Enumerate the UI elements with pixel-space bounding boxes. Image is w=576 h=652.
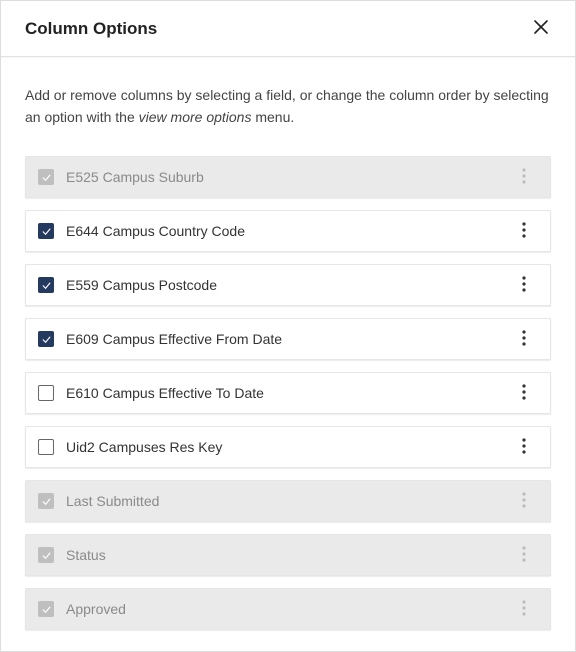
column-label: Uid2 Campuses Res Key — [66, 439, 510, 455]
column-label: E525 Campus Suburb — [66, 169, 510, 185]
dialog-body: Add or remove columns by selecting a fie… — [1, 57, 575, 630]
column-label: Status — [66, 547, 510, 563]
column-row: Status — [25, 534, 551, 576]
dialog-title: Column Options — [25, 19, 157, 39]
column-label: E610 Campus Effective To Date — [66, 385, 510, 401]
column-row: E525 Campus Suburb — [25, 156, 551, 198]
column-checkbox — [38, 169, 54, 185]
more-options-button[interactable] — [510, 325, 538, 353]
more-vertical-icon — [522, 546, 526, 565]
column-checkbox[interactable] — [38, 223, 54, 239]
column-list: E525 Campus Suburb E644 Campus Country Co… — [25, 156, 551, 630]
column-label: E559 Campus Postcode — [66, 277, 510, 293]
column-label: Approved — [66, 601, 510, 617]
dialog-header: Column Options — [1, 1, 575, 57]
column-checkbox[interactable] — [38, 385, 54, 401]
more-options-button[interactable] — [510, 217, 538, 245]
column-row[interactable]: E644 Campus Country Code — [25, 210, 551, 252]
column-row[interactable]: Uid2 Campuses Res Key — [25, 426, 551, 468]
more-options-button — [510, 163, 538, 191]
close-icon — [532, 18, 550, 39]
column-row[interactable]: E609 Campus Effective From Date — [25, 318, 551, 360]
column-checkbox — [38, 601, 54, 617]
more-vertical-icon — [522, 384, 526, 403]
column-checkbox — [38, 493, 54, 509]
close-button[interactable] — [523, 11, 559, 47]
dialog-description: Add or remove columns by selecting a fie… — [25, 85, 551, 128]
column-checkbox — [38, 547, 54, 563]
column-checkbox[interactable] — [38, 277, 54, 293]
description-text-suffix: menu. — [251, 109, 294, 125]
column-checkbox[interactable] — [38, 331, 54, 347]
column-checkbox[interactable] — [38, 439, 54, 455]
more-vertical-icon — [522, 222, 526, 241]
more-options-button[interactable] — [510, 271, 538, 299]
more-options-button — [510, 487, 538, 515]
description-emphasis: view more options — [139, 109, 252, 125]
more-vertical-icon — [522, 330, 526, 349]
column-row[interactable]: E559 Campus Postcode — [25, 264, 551, 306]
more-vertical-icon — [522, 438, 526, 457]
more-options-button — [510, 595, 538, 623]
column-row[interactable]: E610 Campus Effective To Date — [25, 372, 551, 414]
more-options-button — [510, 541, 538, 569]
more-vertical-icon — [522, 600, 526, 619]
column-options-dialog: Column Options Add or remove columns by … — [0, 0, 576, 652]
more-options-button[interactable] — [510, 433, 538, 461]
more-vertical-icon — [522, 492, 526, 511]
column-label: E644 Campus Country Code — [66, 223, 510, 239]
more-vertical-icon — [522, 168, 526, 187]
column-row: Approved — [25, 588, 551, 630]
column-label: Last Submitted — [66, 493, 510, 509]
column-row: Last Submitted — [25, 480, 551, 522]
column-label: E609 Campus Effective From Date — [66, 331, 510, 347]
more-vertical-icon — [522, 276, 526, 295]
more-options-button[interactable] — [510, 379, 538, 407]
